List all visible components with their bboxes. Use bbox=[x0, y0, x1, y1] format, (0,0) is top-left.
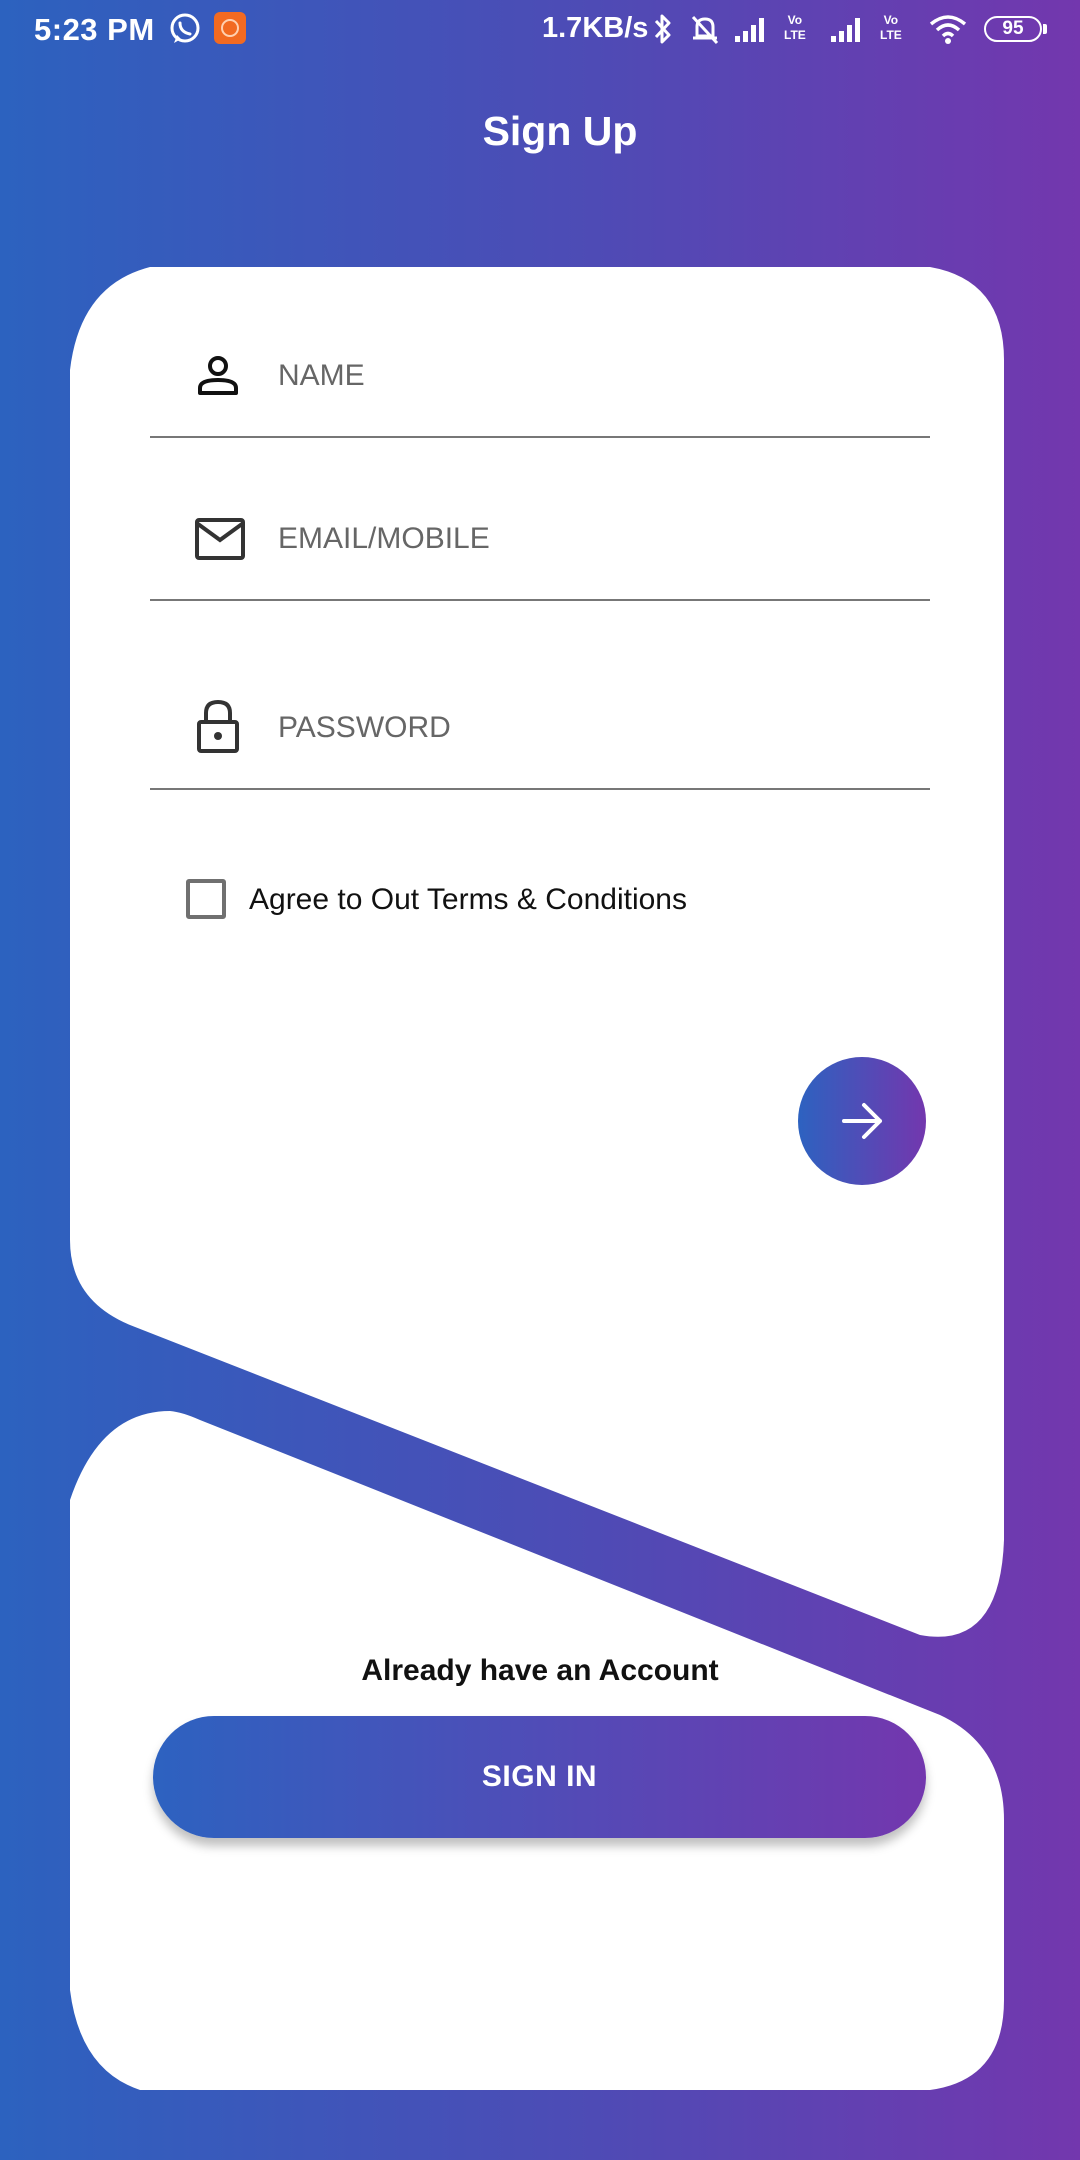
email-field[interactable] bbox=[150, 479, 930, 601]
status-time: 5:23 PM bbox=[34, 12, 155, 47]
email-input[interactable] bbox=[278, 514, 898, 564]
whatsapp-icon bbox=[168, 12, 202, 51]
signal-icon-2 bbox=[830, 12, 866, 51]
arrow-right-icon bbox=[842, 1103, 882, 1139]
terms-checkbox[interactable] bbox=[186, 879, 226, 919]
volte-label-1: Vo LTE bbox=[784, 13, 806, 42]
mail-icon bbox=[194, 517, 246, 566]
sign-in-button[interactable]: SIGN IN bbox=[153, 1716, 926, 1838]
volte-label-2: Vo LTE bbox=[880, 13, 902, 42]
person-icon bbox=[194, 351, 242, 404]
wifi-icon bbox=[928, 12, 968, 51]
page-title: Sign Up bbox=[482, 108, 638, 154]
name-input[interactable] bbox=[278, 351, 898, 401]
status-bar: 5:23 PM 1.7KB/s Vo LTE Vo LTE 95 bbox=[0, 0, 1080, 60]
signal-icon-1 bbox=[734, 12, 770, 51]
next-button[interactable] bbox=[798, 1057, 926, 1185]
terms-label: Agree to Out Terms & Conditions bbox=[249, 883, 687, 916]
network-speed: 1.7KB/s bbox=[542, 12, 649, 44]
password-field[interactable] bbox=[150, 668, 930, 790]
battery-indicator: 95 bbox=[984, 16, 1042, 42]
mi-app-icon bbox=[214, 12, 246, 49]
bluetooth-icon bbox=[652, 12, 674, 51]
password-input[interactable] bbox=[278, 703, 898, 753]
lock-icon bbox=[194, 698, 242, 759]
already-have-account-text: Already have an Account bbox=[361, 1654, 719, 1687]
battery-tip bbox=[1043, 24, 1047, 34]
name-field[interactable] bbox=[150, 316, 930, 438]
mute-icon bbox=[688, 12, 722, 51]
